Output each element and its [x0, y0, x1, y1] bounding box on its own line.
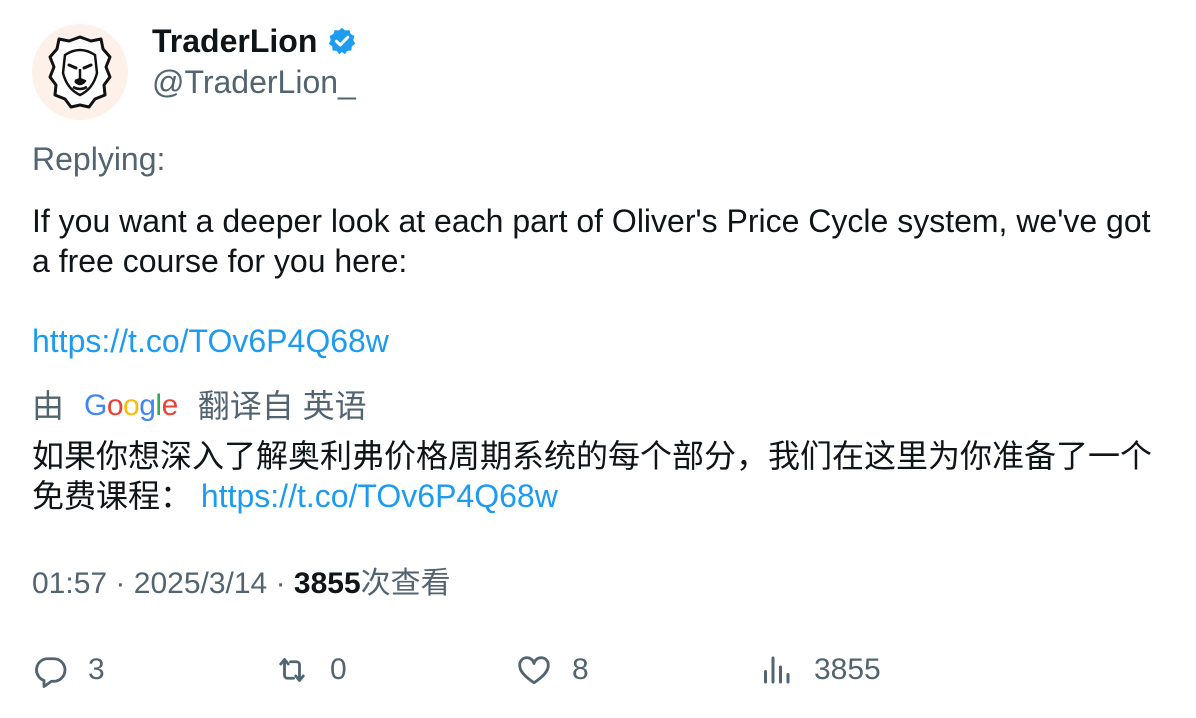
- translation-prefix: 由: [32, 388, 65, 424]
- replying-label: Replying:: [32, 141, 166, 177]
- verified-badge-icon: [327, 26, 357, 56]
- tweet-time[interactable]: 01:57: [32, 567, 107, 600]
- tweet-date[interactable]: 2025/3/14: [134, 567, 267, 600]
- tweet-link[interactable]: https://t.co/TOv6P4Q68w: [32, 321, 389, 361]
- meta-separator: ·: [275, 567, 286, 600]
- translation-suffix: 翻译自 英语: [197, 388, 367, 424]
- author-name-row[interactable]: TraderLion: [152, 22, 357, 60]
- meta-separator: ·: [115, 567, 126, 600]
- views-count: 3855: [814, 653, 881, 686]
- views-button[interactable]: 3855: [758, 650, 881, 690]
- view-count-label: 次查看: [360, 567, 451, 600]
- author-handle[interactable]: @TraderLion_: [152, 63, 356, 101]
- avatar[interactable]: [32, 24, 128, 120]
- translated-text-block: 如果你想深入了解奥利弗价格周期系统的每个部分，我们在这里为你准备了一个免费课程：…: [32, 436, 1172, 516]
- author-display-name[interactable]: TraderLion: [152, 22, 317, 60]
- retweet-button[interactable]: 0: [274, 650, 347, 690]
- tweet-meta: 01:57 · 2025/3/14 · 3855次查看: [32, 564, 451, 604]
- translated-link[interactable]: https://t.co/TOv6P4Q68w: [201, 478, 558, 514]
- heart-icon: [518, 656, 550, 685]
- like-count: 8: [572, 653, 589, 686]
- reply-icon: [35, 657, 67, 688]
- google-logo[interactable]: Google: [84, 386, 178, 426]
- reply-button[interactable]: 3: [32, 650, 105, 690]
- lion-face-icon: [48, 35, 112, 109]
- like-button[interactable]: 8: [516, 650, 589, 690]
- reply-count: 3: [88, 653, 105, 686]
- view-count: 3855: [293, 567, 361, 600]
- retweet-icon: [279, 658, 305, 682]
- analytics-icon: [764, 656, 790, 684]
- translation-attribution: 由 Google 翻译自 英语: [32, 386, 367, 426]
- tweet-text: If you want a deeper look at each part o…: [32, 203, 1151, 279]
- retweet-count: 0: [330, 653, 347, 686]
